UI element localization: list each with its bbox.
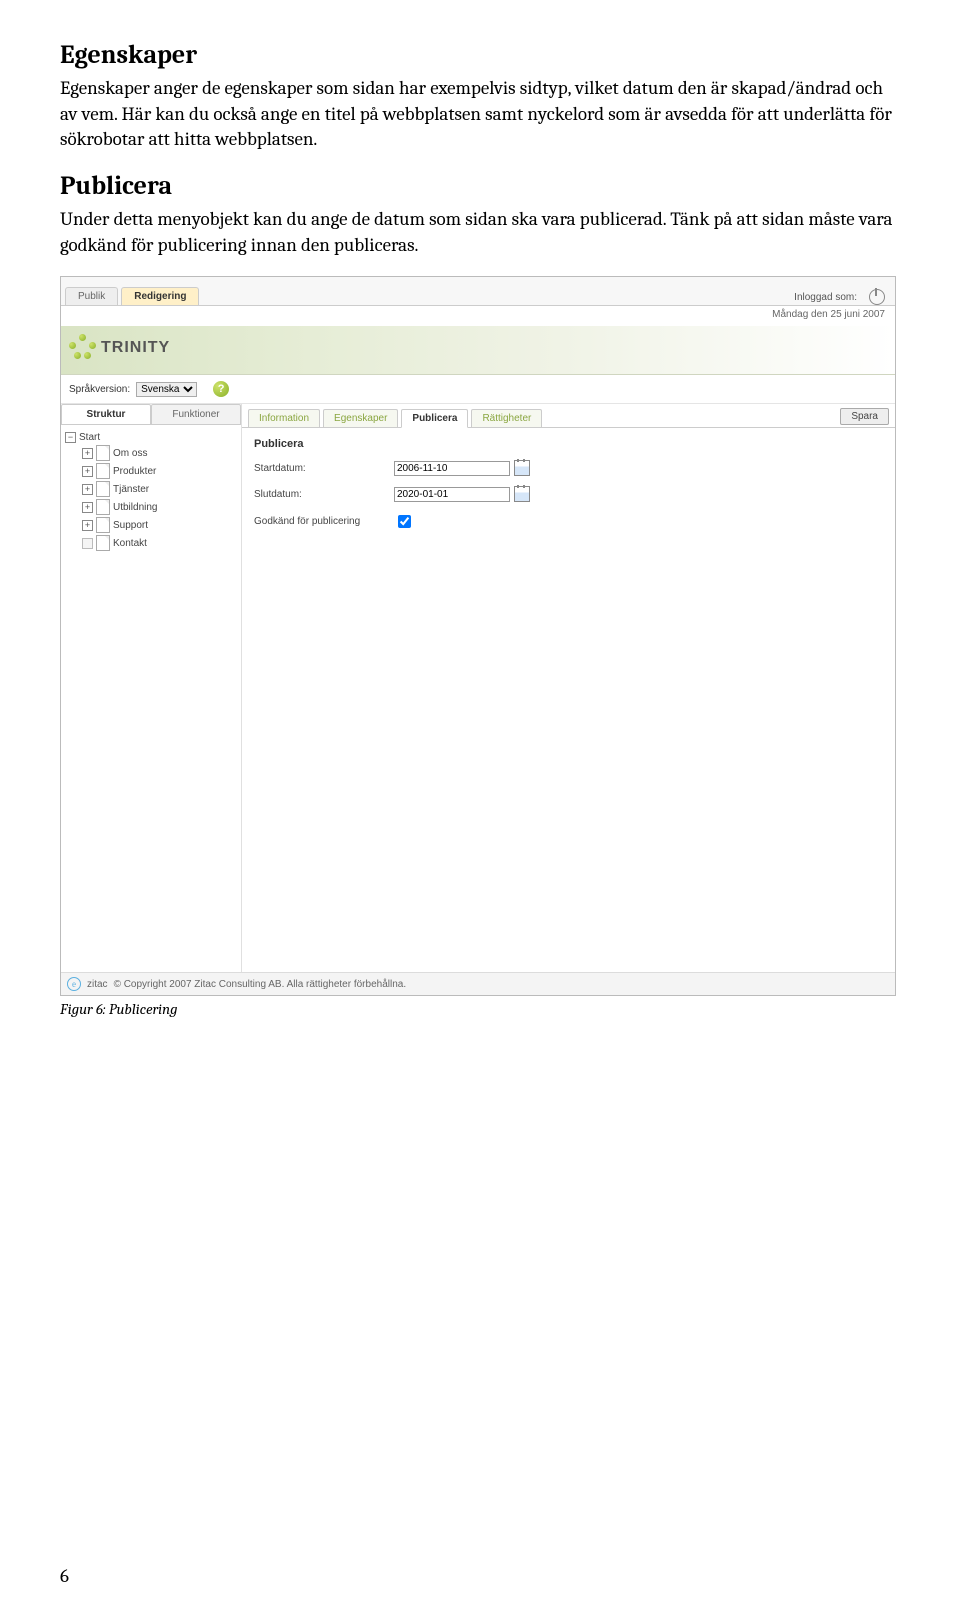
paragraph-egenskaper: Egenskaper anger de egenskaper som sidan… xyxy=(60,76,900,153)
view-tab-bar: Publik Redigering Inloggad som: xyxy=(61,277,895,306)
publish-panel: Publicera Startdatum: Slutdatum: Godkänd… xyxy=(242,428,895,551)
left-column: Struktur Funktioner Start Om oss Produkt… xyxy=(61,404,242,984)
app-footer: e zitac © Copyright 2007 Zitac Consultin… xyxy=(61,972,895,995)
tree-item-label: Kontakt xyxy=(113,538,147,549)
expand-icon[interactable] xyxy=(82,466,93,477)
tab-rattigheter[interactable]: Rättigheter xyxy=(471,409,542,427)
calendar-icon[interactable] xyxy=(514,460,530,476)
tree-item-label: Utbildning xyxy=(113,502,157,513)
date-bar: Måndag den 25 juni 2007 xyxy=(61,306,895,326)
expand-icon[interactable] xyxy=(82,484,93,495)
tree-item-label: Om oss xyxy=(113,448,147,459)
tree-item[interactable]: Support xyxy=(65,516,237,534)
help-icon[interactable]: ? xyxy=(213,381,229,397)
tree-item[interactable]: Utbildning xyxy=(65,498,237,516)
tree-item[interactable]: Kontakt xyxy=(65,534,237,552)
expand-icon[interactable] xyxy=(82,520,93,531)
expand-icon[interactable] xyxy=(82,448,93,459)
tree-root[interactable]: Start xyxy=(65,431,237,444)
tree-item-label: Tjänster xyxy=(113,484,149,495)
page-icon xyxy=(96,517,110,533)
language-select[interactable]: Svenska xyxy=(136,382,197,397)
page-icon xyxy=(96,481,110,497)
tab-publik[interactable]: Publik xyxy=(65,287,118,305)
language-row: Språkversion: Svenska ? xyxy=(61,375,895,404)
row-startdatum: Startdatum: xyxy=(254,460,883,476)
approved-checkbox[interactable] xyxy=(398,515,411,528)
brand-mark-icon xyxy=(69,334,97,362)
logged-in-label: Inloggad som: xyxy=(794,292,857,303)
right-column: Information Egenskaper Publicera Rättigh… xyxy=(242,404,895,984)
end-date-input[interactable] xyxy=(394,487,510,502)
panel-title: Publicera xyxy=(254,438,883,450)
language-label: Språkversion: xyxy=(69,384,130,395)
content-tab-bar: Information Egenskaper Publicera Rättigh… xyxy=(242,404,895,428)
start-date-label: Startdatum: xyxy=(254,463,394,474)
page-number: 6 xyxy=(60,1565,69,1587)
tab-struktur[interactable]: Struktur xyxy=(61,404,151,424)
start-date-input[interactable] xyxy=(394,461,510,476)
page-tree: Start Om oss Produkter Tjänster xyxy=(61,425,241,558)
work-area: Struktur Funktioner Start Om oss Produkt… xyxy=(61,404,895,984)
brand-name: TRINITY xyxy=(101,339,170,357)
tree-item-label: Produkter xyxy=(113,466,156,477)
tree-item[interactable]: Produkter xyxy=(65,462,237,480)
zitac-logo-icon: e xyxy=(67,977,81,991)
page-icon xyxy=(96,499,110,515)
tree-root-label: Start xyxy=(79,432,100,443)
tab-publicera[interactable]: Publicera xyxy=(401,409,468,428)
page-icon xyxy=(96,463,110,479)
collapse-icon[interactable] xyxy=(65,432,76,443)
calendar-icon[interactable] xyxy=(514,486,530,502)
approved-label: Godkänd för publicering xyxy=(254,516,394,527)
section-heading-publicera: Publicera xyxy=(60,171,900,201)
leaf-icon xyxy=(82,538,93,549)
page-icon xyxy=(96,445,110,461)
row-slutdatum: Slutdatum: xyxy=(254,486,883,502)
footer-brand: zitac xyxy=(87,979,108,990)
tree-item-label: Support xyxy=(113,520,148,531)
tab-funktioner[interactable]: Funktioner xyxy=(151,404,241,424)
end-date-label: Slutdatum: xyxy=(254,489,394,500)
tree-item[interactable]: Tjänster xyxy=(65,480,237,498)
power-icon[interactable] xyxy=(869,289,885,305)
tree-item[interactable]: Om oss xyxy=(65,444,237,462)
row-approved: Godkänd för publicering xyxy=(254,512,883,531)
paragraph-publicera: Under detta menyobjekt kan du ange de da… xyxy=(60,207,900,258)
tab-redigering[interactable]: Redigering xyxy=(121,287,199,305)
save-button[interactable]: Spara xyxy=(840,408,889,425)
section-heading-egenskaper: Egenskaper xyxy=(60,40,900,70)
left-tab-bar: Struktur Funktioner xyxy=(61,404,241,425)
expand-icon[interactable] xyxy=(82,502,93,513)
banner: TRINITY xyxy=(61,326,895,375)
login-info: Inloggad som: xyxy=(794,289,891,305)
footer-copyright: © Copyright 2007 Zitac Consulting AB. Al… xyxy=(114,979,407,990)
tab-information[interactable]: Information xyxy=(248,409,320,427)
app-screenshot: Publik Redigering Inloggad som: Måndag d… xyxy=(60,276,896,996)
page-icon xyxy=(96,535,110,551)
brand: TRINITY xyxy=(69,334,170,362)
tab-egenskaper[interactable]: Egenskaper xyxy=(323,409,398,427)
figure-caption: Figur 6: Publicering xyxy=(60,1000,900,1018)
